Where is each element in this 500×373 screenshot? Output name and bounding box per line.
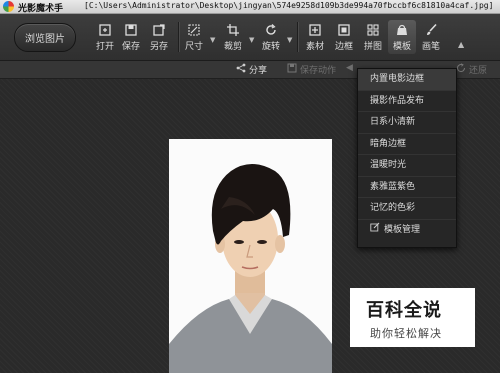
more-tools-icon[interactable]: ▲ [458, 40, 464, 49]
save-button[interactable]: 保存 [117, 20, 145, 54]
template-item-color-of-memory[interactable]: 记忆的色彩 [358, 198, 456, 220]
rotate-label: 旋转 [261, 42, 280, 52]
rotate-dropdown-icon[interactable]: ▼ [287, 36, 292, 44]
save-action-icon [287, 63, 297, 76]
save-action-button[interactable]: 保存动作 [287, 63, 336, 76]
edit-icon [370, 220, 380, 242]
title-bar: 光影魔术手 [C:\Users\Administrator\Desktop\ji… [0, 0, 500, 14]
crop-button[interactable]: 裁剪 [219, 20, 247, 54]
template-item-japanese-fresh[interactable]: 日系小清新 [358, 112, 456, 134]
collage-button[interactable]: 拼图 [359, 20, 387, 54]
save-as-button[interactable]: 另存 [145, 20, 173, 54]
restore-button[interactable]: 还原 [456, 63, 487, 76]
material-button[interactable]: 素材 [301, 20, 329, 54]
brush-icon [424, 23, 438, 37]
open-label: 打开 [95, 42, 114, 52]
template-item-warm-time[interactable]: 温暖时光 [358, 155, 456, 177]
crop-label: 裁剪 [223, 42, 242, 52]
template-manage-label: 模板管理 [384, 224, 421, 235]
open-button[interactable]: 打开 [91, 20, 119, 54]
template-item-elegant-blue-purple[interactable]: 素雅蓝紫色 [358, 177, 456, 198]
main-toolbar: 浏览图片 打开 保存 另存 尺寸 ▼ 裁剪 ▼ 旋转 ▼ 素材 边框 拼图 模板 [0, 14, 500, 61]
rotate-button[interactable]: 旋转 [257, 20, 285, 54]
share-icon [236, 63, 246, 76]
template-item-photo-publish[interactable]: 摄影作品发布 [358, 91, 456, 112]
material-label: 素材 [305, 42, 324, 52]
save-label: 保存 [121, 42, 140, 52]
save-action-label: 保存动作 [300, 66, 337, 76]
file-path: [C:\Users\Administrator\Desktop\jingyan\… [84, 1, 494, 10]
border-label: 边框 [334, 42, 353, 52]
template-manage-item[interactable]: 模板管理 [358, 220, 456, 242]
toolbar-divider [297, 22, 298, 52]
baike-watermark: 百科全说 助你轻松解决 [350, 288, 475, 347]
resize-label: 尺寸 [184, 42, 203, 52]
open-icon [98, 23, 112, 37]
app-name: 光影魔术手 [18, 4, 64, 14]
watermark-title: 百科全说 [366, 300, 442, 321]
template-dropdown-menu: 内置电影边框 摄影作品发布 日系小清新 暗角边框 温暖时光 素雅蓝紫色 记忆的色… [357, 68, 457, 248]
material-icon [308, 23, 322, 37]
rotate-icon [264, 23, 278, 37]
collage-icon [366, 23, 380, 37]
browse-images-button[interactable]: 浏览图片 [14, 23, 76, 52]
crop-dropdown-icon[interactable]: ▼ [249, 36, 254, 44]
toolbar-divider [178, 22, 179, 52]
undo-icon[interactable]: ◀ [346, 63, 353, 73]
share-button[interactable]: 分享 [236, 63, 267, 76]
resize-dropdown-icon[interactable]: ▼ [210, 36, 215, 44]
save-icon [124, 23, 138, 37]
restore-icon [456, 63, 466, 76]
watermark-subtitle: 助你轻松解决 [370, 327, 442, 340]
brush-label: 画笔 [421, 42, 440, 52]
template-button[interactable]: 模板 [388, 20, 416, 54]
resize-button[interactable]: 尺寸 [180, 20, 208, 54]
template-item-builtin-film-border[interactable]: 内置电影边框 [358, 69, 456, 91]
crop-icon [226, 23, 240, 37]
collage-label: 拼图 [363, 42, 382, 52]
brush-button[interactable]: 画笔 [417, 20, 445, 54]
app-logo-icon [3, 1, 14, 12]
save-as-label: 另存 [149, 42, 168, 52]
template-icon [395, 23, 409, 37]
share-label: 分享 [249, 66, 268, 76]
template-label: 模板 [392, 42, 411, 52]
template-item-vignette-border[interactable]: 暗角边框 [358, 134, 456, 155]
portrait-photo [169, 139, 332, 373]
restore-label: 还原 [469, 66, 488, 76]
border-button[interactable]: 边框 [330, 20, 358, 54]
save-as-icon [152, 23, 166, 37]
resize-icon [187, 23, 201, 37]
border-icon [337, 23, 351, 37]
